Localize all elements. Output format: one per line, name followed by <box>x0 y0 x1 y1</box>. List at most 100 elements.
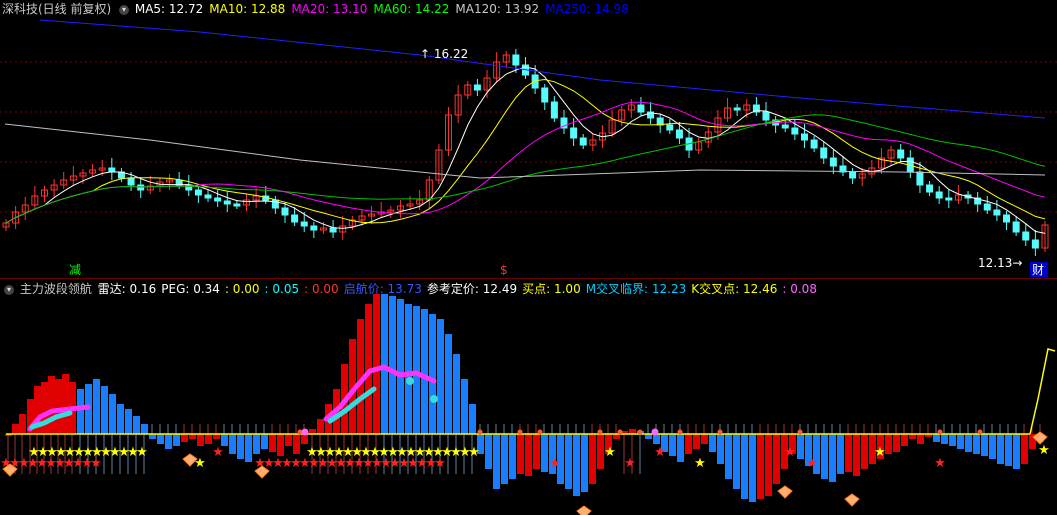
histogram-bar <box>453 354 460 434</box>
indicator-value-item: : 0.00 <box>224 282 260 296</box>
histogram-bar <box>717 434 724 464</box>
cyan-dot <box>406 377 414 385</box>
histogram-bar <box>157 434 164 444</box>
candle-body <box>791 127 799 135</box>
histogram-bar <box>669 434 676 456</box>
indicator-chart[interactable]: ★★★★★★★★★★★★★★★★★★★★★★★★★★★★★★★★★★★★★★★★… <box>0 279 1057 515</box>
histogram-bar <box>381 294 388 434</box>
histogram-bar <box>19 414 26 434</box>
candle-body <box>204 194 212 199</box>
candle-body <box>223 200 231 205</box>
histogram-bar <box>949 434 956 446</box>
sell-star: ★ <box>90 456 102 471</box>
histogram-bar <box>101 386 108 434</box>
indicator-name[interactable]: 主力波段领航 <box>20 282 92 296</box>
candle-body <box>762 111 770 121</box>
chevron-down-icon[interactable]: ▾ <box>4 284 14 295</box>
histogram-bar <box>62 374 69 434</box>
candle-body <box>675 129 683 139</box>
histogram-bar <box>197 434 204 446</box>
histogram-bar <box>501 434 508 484</box>
indicator-value-item: : 0.05 <box>264 282 300 296</box>
histogram-bar <box>845 434 852 472</box>
price-chart-pane[interactable]: ↑ 16.22 12.13→ 减 $ 财 <box>0 0 1057 278</box>
histogram-bar <box>245 434 252 462</box>
histogram-bar <box>181 434 188 442</box>
ma10-line <box>5 78 1046 224</box>
histogram-bar <box>573 434 580 496</box>
histogram-bar <box>77 389 84 434</box>
histogram-bar <box>893 434 900 452</box>
signal-dot <box>477 429 483 435</box>
candle-body <box>473 84 481 91</box>
histogram-bar <box>837 434 844 474</box>
indicator-value-item: 雷达: 0.16 <box>97 282 157 296</box>
histogram-bar <box>693 434 700 449</box>
candle-body <box>666 124 674 131</box>
histogram-bar <box>445 334 452 434</box>
chevron-down-icon[interactable]: ▾ <box>119 4 130 15</box>
signal-star: ★ <box>934 456 946 471</box>
histogram-bar <box>253 434 260 454</box>
ma60-line <box>5 114 1046 224</box>
histogram-bar <box>997 434 1004 464</box>
histogram-bar <box>821 434 828 479</box>
low-price-label: 12.13→ <box>978 256 1022 270</box>
indicator-pane[interactable]: ★ ★ ★ ★ ★ ★ ★ ★ ★ ★ ★ ★ ★ ★ ★ ★ ★ ★ ★ ★ ★ ★ ★ ★ ★ ★ ★ ★ ★ ★ ★ ★ ★ ★ ★ ★ ★ ★ ★ ★… <box>0 278 1057 515</box>
signal-dot <box>517 429 523 435</box>
histogram-bar <box>429 314 436 434</box>
histogram-bar <box>269 434 276 452</box>
indicator-value-item: : 0.08 <box>782 282 817 296</box>
candle-body <box>291 214 299 223</box>
price-chart[interactable]: ↑ 16.22 12.13→ 减 $ 财 <box>0 0 1057 278</box>
diamond-icon <box>777 485 793 499</box>
indicator-value-item: 参考定价: 12.49 <box>426 282 518 296</box>
candle-body <box>820 147 828 159</box>
signal-star: ★ <box>694 456 706 471</box>
signal-star: ★ <box>549 456 561 471</box>
histogram-bar <box>685 434 692 454</box>
indicator-legend: ▾ 主力波段领航 雷达: 0.16 PEG: 0.34 : 0.00 : 0.05 : … <box>2 280 824 298</box>
candle-body <box>983 203 991 211</box>
histogram-bar <box>397 299 404 434</box>
histogram-bar <box>389 296 396 434</box>
signal-star: ★ <box>604 445 616 460</box>
candle-body <box>1003 214 1011 223</box>
histogram-bar <box>509 434 516 479</box>
histogram-bar <box>797 434 804 459</box>
histogram-bar <box>541 434 548 472</box>
ma-legend-item: MA20: 13.10 <box>291 2 368 16</box>
histogram-bar <box>93 379 100 434</box>
histogram-bar <box>55 379 62 434</box>
finance-marker: 财 <box>1032 263 1044 277</box>
indicator-value-item: 买点: 1.00 <box>522 282 581 296</box>
signal-dot <box>301 428 309 436</box>
candle-body <box>127 177 135 186</box>
histogram-bar <box>165 434 172 449</box>
candle-body <box>531 74 539 89</box>
histogram-bar <box>981 434 988 456</box>
histogram-bar <box>597 434 604 469</box>
histogram-bar <box>941 434 948 444</box>
histogram-bar <box>1021 434 1028 464</box>
ma-legend-item: MA5: 12.72 <box>134 2 204 16</box>
histogram-bar <box>933 434 940 442</box>
indicator-value-item: 启航价: 13.73 <box>343 282 422 296</box>
histogram-bar <box>437 319 444 434</box>
dollar-marker: $ <box>500 263 508 277</box>
candle-body <box>637 104 645 113</box>
candle-body <box>829 157 837 167</box>
candle-body <box>214 197 222 202</box>
histogram-bar <box>773 434 780 484</box>
signal-dot <box>677 429 683 435</box>
candle-body <box>541 87 549 103</box>
histogram-bar <box>765 434 772 496</box>
candle-body <box>233 203 241 207</box>
indicator-value-item: PEG: 0.34 <box>161 282 220 296</box>
signal-star: ★ <box>624 456 636 471</box>
histogram-bar <box>989 434 996 459</box>
stock-title[interactable]: 深科技(日线 前复权) <box>2 2 111 16</box>
candle-body <box>849 171 857 179</box>
histogram-bar <box>525 434 532 476</box>
histogram-bar <box>277 434 284 456</box>
